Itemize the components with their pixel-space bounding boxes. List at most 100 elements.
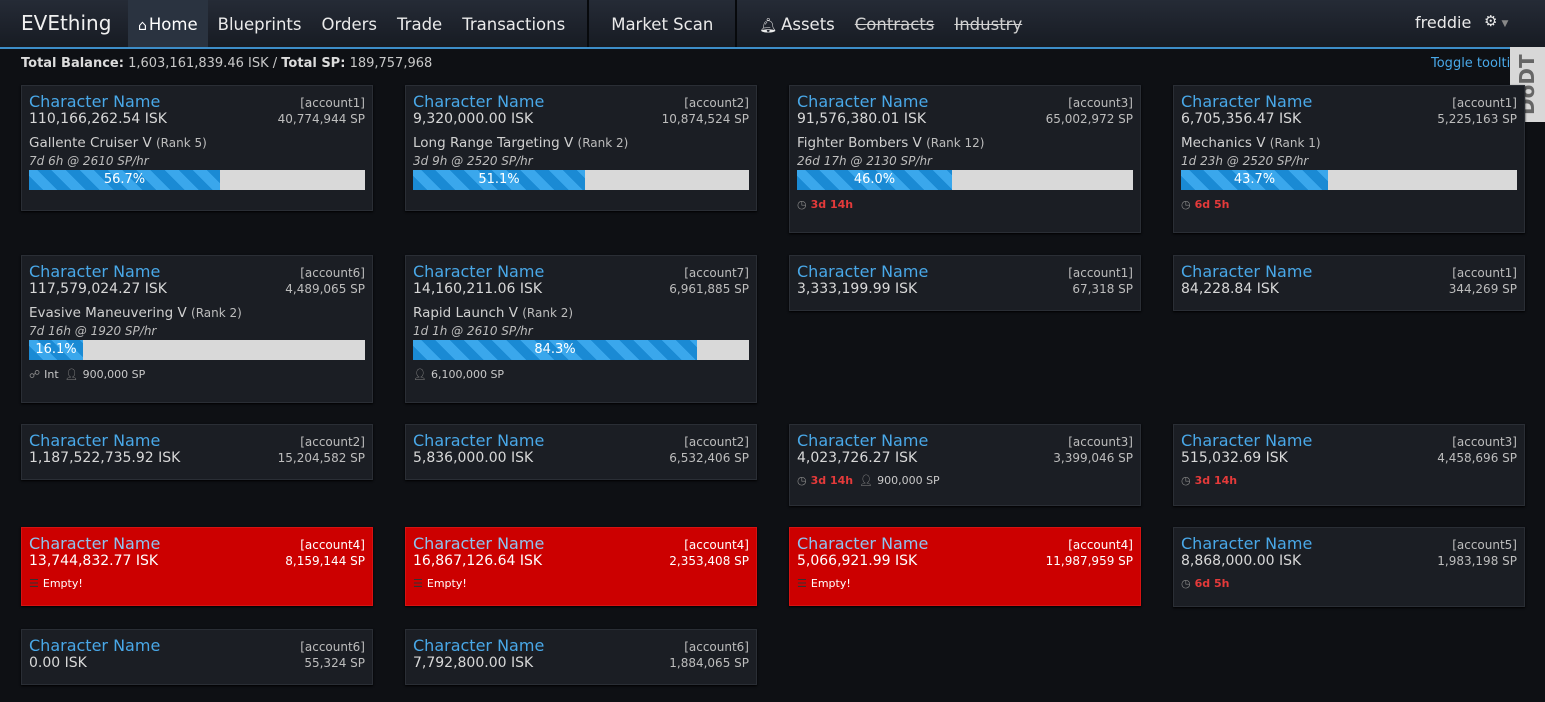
character-name-link[interactable]: Character Name	[29, 92, 160, 111]
training-skill[interactable]: Long Range Targeting V (Rank 2)	[413, 135, 749, 151]
character-card[interactable]: Character Name [account3] 4,023,726.27 ISK…	[789, 424, 1141, 506]
skill-name: Rapid Launch V	[413, 305, 518, 321]
nav-transactions[interactable]: Transactions	[452, 0, 575, 47]
total-sp-value: 189,757,968	[349, 56, 433, 71]
character-card[interactable]: Character Name [account2] 9,320,000.00 ISK…	[405, 85, 757, 211]
progress-percent: 46.0%	[853, 172, 896, 187]
training-eta: 7d 16h @ 1920 SP/hr	[29, 324, 157, 338]
account-name: [account6]	[300, 640, 365, 654]
status-text: Empty!	[810, 577, 851, 590]
character-name-link[interactable]: Character Name	[29, 636, 160, 655]
brand-logo[interactable]: EVEthing	[21, 11, 111, 35]
character-card[interactable]: Character Name [account4] 16,867,126.64 IS…	[405, 527, 757, 606]
character-card[interactable]: Character Name [account1] 84,228.84 ISK 344…	[1173, 255, 1525, 311]
character-name-link[interactable]: Character Name	[29, 262, 160, 281]
user-menu[interactable]: freddie	[1415, 13, 1471, 32]
nav-blueprints[interactable]: Blueprints	[208, 0, 312, 47]
card-balance-row: 13,744,832.77 ISK 8,159,144 SP	[29, 553, 365, 569]
character-card[interactable]: Character Name [account2] 5,836,000.00 ISK…	[405, 424, 757, 480]
character-name-link[interactable]: Character Name	[1181, 431, 1312, 450]
card-balance-row: 14,160,211.06 ISK 6,961,885 SP	[413, 281, 749, 297]
isk-balance: 5,066,921.99 ISK	[797, 553, 918, 569]
card-balance-row: 117,579,024.27 ISK 4,489,065 SP	[29, 281, 365, 297]
character-card[interactable]: Character Name [account6] 0.00 ISK 55,324 S…	[21, 629, 373, 685]
clock-icon: ◷	[797, 474, 807, 487]
training-progress-bar: 46.0%	[797, 170, 1133, 190]
character-card[interactable]: Character Name [account4] 13,744,832.77 IS…	[21, 527, 373, 606]
card-balance-row: 515,032.69 ISK 4,458,696 SP	[1181, 450, 1517, 466]
character-card[interactable]: Character Name [account2] 1,187,522,735.92…	[21, 424, 373, 480]
training-skill[interactable]: Rapid Launch V (Rank 2)	[413, 305, 749, 321]
settings-menu[interactable]: ⚙ ▼	[1484, 12, 1508, 30]
card-header-row: Character Name [account6]	[29, 636, 365, 655]
character-name-link[interactable]: Character Name	[413, 92, 544, 111]
skill-rank: (Rank 1)	[1269, 136, 1321, 150]
character-card[interactable]: Character Name [account1] 6,705,356.47 ISK…	[1173, 85, 1525, 233]
skill-points: 4,489,065 SP	[285, 282, 365, 296]
card-status-row: ◷ 6d 5h	[1181, 577, 1517, 590]
account-name: [account7]	[684, 266, 749, 280]
nav-industry[interactable]: Industry	[944, 0, 1032, 47]
skill-rank: (Rank 12)	[926, 136, 985, 150]
character-name-link[interactable]: Character Name	[413, 636, 544, 655]
card-balance-row: 110,166,262.54 ISK 40,774,944 SP	[29, 111, 365, 127]
character-name-link[interactable]: Character Name	[1181, 262, 1312, 281]
card-status-row: ☰ Empty!	[413, 577, 749, 590]
character-name-link[interactable]: Character Name	[413, 534, 544, 553]
training-eta: 3d 9h @ 2520 SP/hr	[413, 154, 533, 168]
training-skill[interactable]: Evasive Maneuvering V (Rank 2)	[29, 305, 365, 321]
skill-rank: (Rank 2)	[191, 306, 242, 320]
card-balance-row: 7,792,800.00 ISK 1,884,065 SP	[413, 655, 749, 671]
isk-balance: 515,032.69 ISK	[1181, 450, 1288, 466]
character-card[interactable]: Character Name [account6] 7,792,800.00 ISK…	[405, 629, 757, 685]
character-card[interactable]: Character Name [account1] 110,166,262.54 I…	[21, 85, 373, 211]
character-name-link[interactable]: Character Name	[797, 534, 928, 553]
character-card[interactable]: Character Name [account3] 515,032.69 ISK 4,…	[1173, 424, 1525, 506]
card-balance-row: 84,228.84 ISK 344,269 SP	[1181, 281, 1517, 297]
character-name-link[interactable]: Character Name	[1181, 534, 1312, 553]
card-header-row: Character Name [account3]	[797, 431, 1133, 450]
nav-home[interactable]: ⌂ Home	[128, 0, 208, 47]
card-header-row: Character Name [account4]	[413, 534, 749, 553]
training-skill[interactable]: Mechanics V (Rank 1)	[1181, 135, 1517, 151]
character-name-link[interactable]: Character Name	[413, 262, 544, 281]
training-skill[interactable]: Fighter Bombers V (Rank 12)	[797, 135, 1133, 151]
character-name-link[interactable]: Character Name	[29, 431, 160, 450]
character-name-link[interactable]: Character Name	[797, 92, 928, 111]
card-balance-row: 91,576,380.01 ISK 65,002,972 SP	[797, 111, 1133, 127]
nav-trade[interactable]: Trade	[387, 0, 452, 47]
isk-balance: 84,228.84 ISK	[1181, 281, 1279, 297]
skill-points: 1,884,065 SP	[669, 656, 749, 670]
skill-points: 55,324 SP	[304, 656, 365, 670]
character-name-link[interactable]: Character Name	[413, 431, 544, 450]
account-name: [account6]	[300, 266, 365, 280]
character-name-link[interactable]: Character Name	[797, 262, 928, 281]
card-header-row: Character Name [account2]	[413, 92, 749, 111]
skill-points: 344,269 SP	[1448, 282, 1517, 296]
nav-orders[interactable]: Orders	[312, 0, 388, 47]
character-card[interactable]: Character Name [account1] 3,333,199.99 ISK…	[789, 255, 1141, 311]
character-name-link[interactable]: Character Name	[29, 534, 160, 553]
character-card[interactable]: Character Name [account5] 8,868,000.00 ISK…	[1173, 527, 1525, 607]
card-balance-row: 5,836,000.00 ISK 6,532,406 SP	[413, 450, 749, 466]
card-header-row: Character Name [account1]	[1181, 262, 1517, 281]
card-header-row: Character Name [account4]	[797, 534, 1133, 553]
character-card[interactable]: Character Name [account3] 91,576,380.01 IS…	[789, 85, 1141, 233]
account-name: [account2]	[300, 435, 365, 449]
skill-points: 6,961,885 SP	[669, 282, 749, 296]
nav-contracts[interactable]: Contracts	[845, 0, 945, 47]
isk-balance: 13,744,832.77 ISK	[29, 553, 159, 569]
card-header-row: Character Name [account2]	[29, 431, 365, 450]
skill-name: Evasive Maneuvering V	[29, 305, 187, 321]
character-card[interactable]: Character Name [account6] 117,579,024.27 I…	[21, 255, 373, 403]
isk-balance: 16,867,126.64 ISK	[413, 553, 543, 569]
nav-assets[interactable]: 🔔︎ Assets	[749, 0, 844, 47]
training-skill[interactable]: Gallente Cruiser V (Rank 5)	[29, 135, 365, 151]
character-name-link[interactable]: Character Name	[797, 431, 928, 450]
character-card[interactable]: Character Name [account4] 5,066,921.99 ISK…	[789, 527, 1141, 606]
nav-market-scan[interactable]: Market Scan	[601, 0, 723, 47]
status-item: ☰ Empty!	[413, 577, 467, 590]
bell-icon: 🔔︎	[759, 18, 778, 34]
character-card[interactable]: Character Name [account7] 14,160,211.06 IS…	[405, 255, 757, 403]
character-name-link[interactable]: Character Name	[1181, 92, 1312, 111]
